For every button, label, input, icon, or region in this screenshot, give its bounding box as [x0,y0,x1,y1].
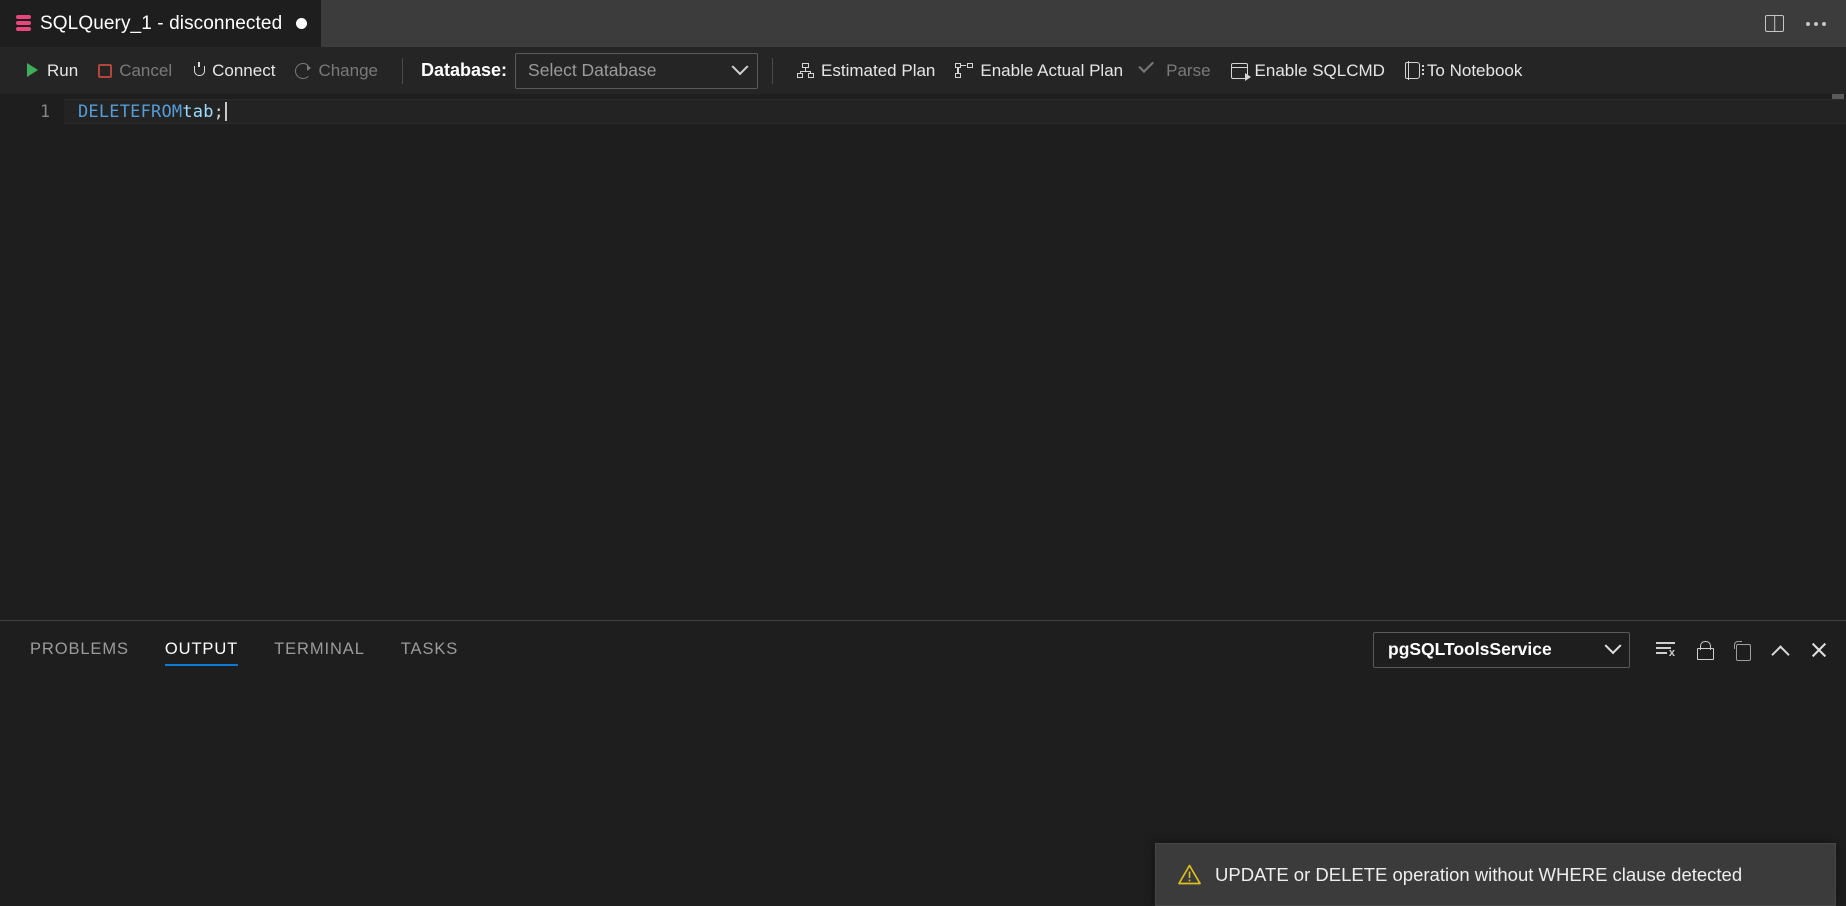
notebook-icon [1404,61,1424,80]
toolbar-divider-2 [772,57,774,84]
play-icon [26,63,40,78]
close-icon[interactable] [1810,641,1827,658]
parse-button[interactable]: Parse [1133,56,1220,86]
tab-terminal[interactable]: TERMINAL [274,621,365,678]
editor-tab-sqlquery1[interactable]: SQLQuery_1 - disconnected [0,0,322,47]
change-connection-button[interactable]: Change [285,56,388,86]
database-icon [16,15,31,32]
warning-icon [1178,864,1201,885]
editor-line-content[interactable]: DELETE FROM tab; [64,99,1846,124]
run-button-label: Run [47,60,79,80]
estimated-plan-label: Estimated Plan [821,60,936,80]
tab-tasks[interactable]: TASKS [401,621,458,678]
line-number: 1 [40,102,50,121]
panel-actions: pgSQLToolsService x [1373,621,1827,678]
query-plan-icon [797,63,815,78]
text-caret [225,102,228,121]
database-select[interactable]: Select Database [515,52,759,89]
tab-problems[interactable]: PROBLEMS [30,621,129,678]
tab-output[interactable]: OUTPUT [164,621,239,678]
enable-sqlcmd-label: Enable SQLCMD [1254,60,1385,80]
database-select-value: Select Database [528,60,657,80]
chevron-down-icon [1604,636,1622,654]
sql-table-identifier: tab [182,101,214,122]
parse-button-label: Parse [1166,60,1211,80]
unsaved-indicator-icon[interactable] [296,18,308,29]
notification-toast[interactable]: UPDATE or DELETE operation without WHERE… [1155,843,1836,906]
estimated-plan-button[interactable]: Estimated Plan [787,56,945,86]
chevron-up-icon[interactable] [1772,644,1788,656]
actual-plan-icon [955,62,974,79]
more-actions-icon[interactable] [1806,21,1826,26]
connect-button-label: Connect [212,60,276,80]
database-label: Database: [421,60,508,80]
sql-editor[interactable]: 1 DELETE FROM tab; [0,94,1846,620]
notification-message: UPDATE or DELETE operation without WHERE… [1215,863,1743,885]
panel-header: PROBLEMS OUTPUT TERMINAL TASKS pgSQLTool… [0,621,1846,678]
open-in-editor-icon[interactable] [1734,640,1751,661]
check-icon [1143,64,1159,78]
to-notebook-label: To Notebook [1426,60,1523,80]
toolbar-divider-1 [402,57,403,84]
stop-square-icon [98,63,113,78]
enable-actual-plan-label: Enable Actual Plan [980,60,1124,80]
split-editor-icon[interactable] [1765,15,1784,32]
output-channel-value: pgSQLToolsService [1388,639,1552,659]
sqlcmd-icon [1230,62,1251,81]
sql-statement-terminator: ; [213,101,225,122]
editor-tab-bar: SQLQuery_1 - disconnected [0,0,1846,47]
run-button[interactable]: Run [16,56,88,86]
editor-tabbar-actions [1765,0,1846,47]
output-channel-select[interactable]: pgSQLToolsService [1373,631,1630,668]
editor-line-1: 1 DELETE FROM tab; [0,99,1846,124]
connect-button[interactable]: Connect [182,56,285,86]
sql-keyword-from: FROM [140,101,183,122]
refresh-icon [295,62,312,79]
cancel-button-label: Cancel [119,60,173,80]
to-notebook-button[interactable]: To Notebook [1395,56,1532,86]
clear-output-icon[interactable]: x [1656,642,1675,659]
enable-sqlcmd-button[interactable]: Enable SQLCMD [1221,56,1395,86]
cancel-button[interactable]: Cancel [88,56,182,86]
enable-actual-plan-button[interactable]: Enable Actual Plan [945,56,1133,86]
change-button-label: Change [318,60,378,80]
editor-tab-label: SQLQuery_1 - disconnected [40,12,283,34]
plug-icon [192,62,206,79]
sql-keyword-delete: DELETE [78,101,141,122]
query-toolbar: Run Cancel Connect Change Database: Sele… [0,47,1846,94]
app-window: SQLQuery_1 - disconnected Run Cancel Con… [0,0,1846,906]
chevron-down-icon [731,57,749,75]
lock-icon[interactable] [1697,641,1714,660]
